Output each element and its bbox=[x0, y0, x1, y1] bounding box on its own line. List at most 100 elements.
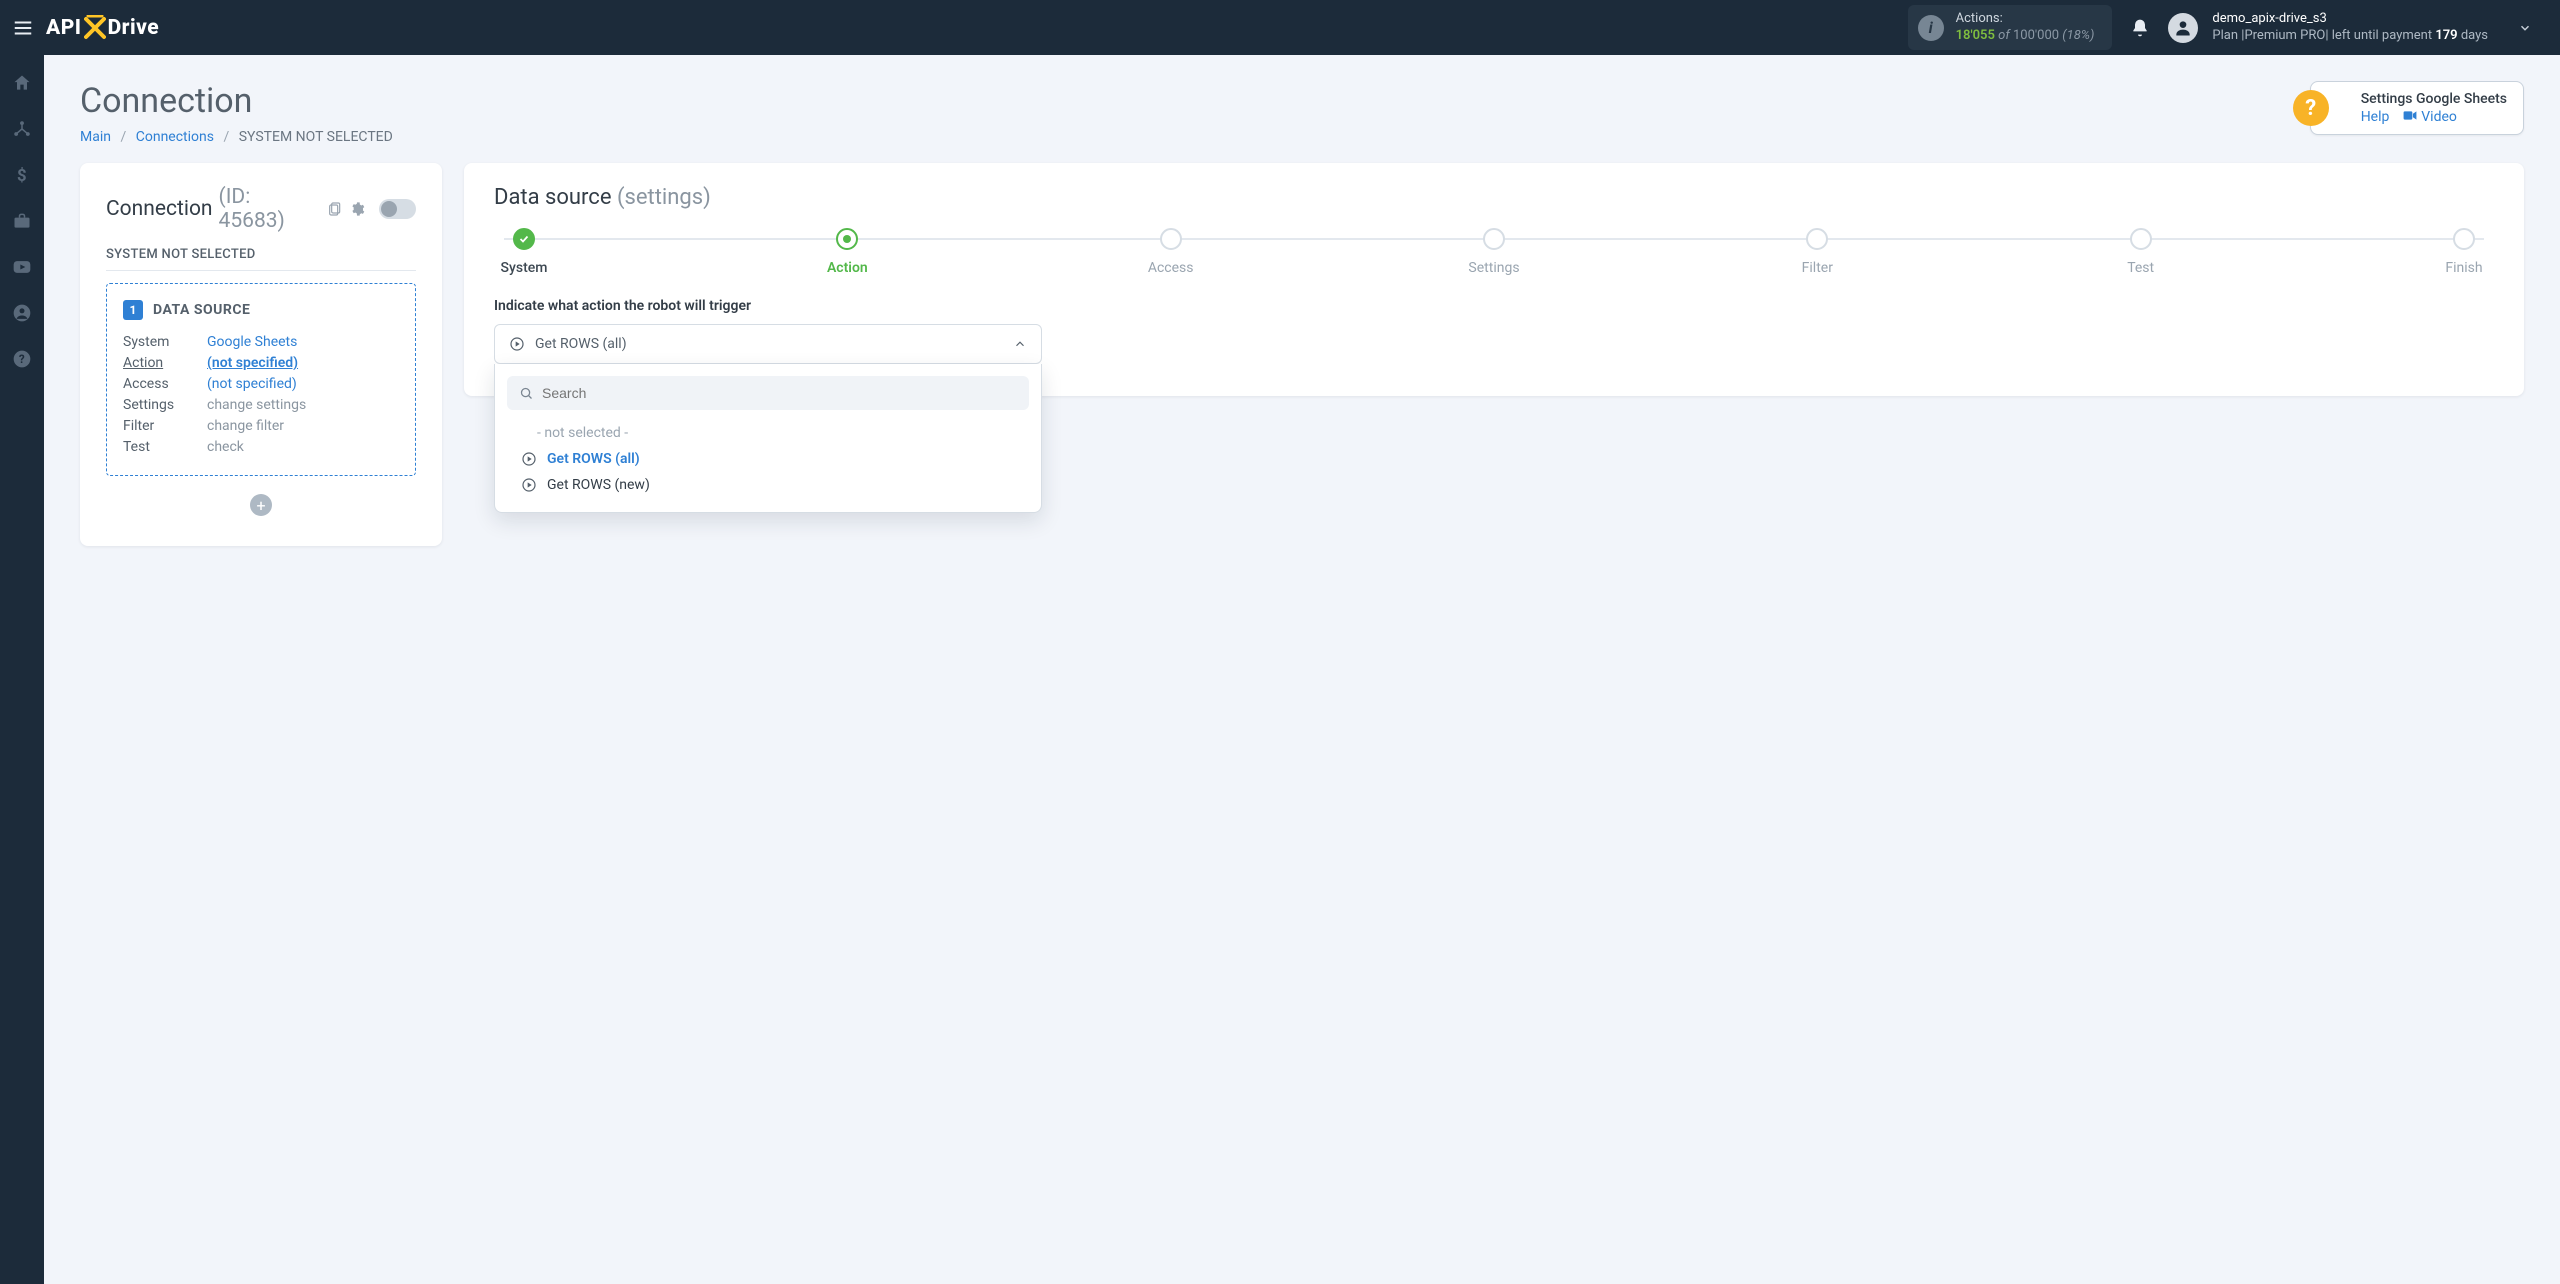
step-action[interactable]: Action bbox=[817, 228, 877, 276]
play-icon bbox=[521, 477, 537, 493]
topbar-left: API Drive bbox=[0, 15, 159, 41]
step-dot bbox=[836, 228, 858, 250]
user-plan: Plan |Premium PRO| left until payment 17… bbox=[2212, 28, 2488, 44]
step-dot bbox=[1483, 228, 1505, 250]
row-filter-v: change filter bbox=[207, 418, 399, 434]
help-link[interactable]: Help bbox=[2361, 109, 2390, 125]
hamburger-icon[interactable] bbox=[12, 17, 34, 39]
actions-label: Actions: bbox=[1956, 11, 2095, 27]
data-source-title: 1 DATA SOURCE bbox=[123, 300, 399, 320]
plan-name: Premium PRO bbox=[2244, 28, 2325, 43]
panel-data-source-settings: Data source (settings) System Action Acc… bbox=[464, 163, 2524, 396]
step-finish[interactable]: Finish bbox=[2434, 228, 2494, 276]
option-get-rows-new[interactable]: Get ROWS (new) bbox=[507, 472, 1029, 498]
user-block[interactable]: demo_apix-drive_s3 Plan |Premium PRO| le… bbox=[2168, 11, 2532, 44]
user-name: demo_apix-drive_s3 bbox=[2212, 11, 2488, 27]
rail-home-icon[interactable] bbox=[12, 73, 32, 93]
video-icon bbox=[2403, 109, 2417, 125]
help-links: Help Video bbox=[2361, 109, 2507, 125]
breadcrumb-current: SYSTEM NOT SELECTED bbox=[239, 129, 393, 145]
data-source-box[interactable]: 1 DATA SOURCE System Google Sheets Actio… bbox=[106, 283, 416, 476]
info-icon: i bbox=[1918, 15, 1944, 41]
connection-id: (ID: 45683) bbox=[219, 185, 321, 233]
help-bubble: ? Settings Google Sheets Help Video bbox=[2310, 81, 2524, 135]
step-label: Test bbox=[2127, 260, 2154, 276]
actions-total: 100'000 bbox=[2013, 28, 2059, 43]
add-step-button[interactable]: + bbox=[250, 494, 272, 516]
copy-icon[interactable] bbox=[327, 201, 343, 217]
ds-title-text: Data source bbox=[494, 185, 612, 210]
step-label: Action bbox=[827, 260, 868, 276]
search-icon bbox=[519, 386, 534, 401]
select-value: Get ROWS (all) bbox=[535, 336, 627, 352]
rail-help-icon[interactable]: ? bbox=[12, 349, 32, 369]
plan-prefix: Plan | bbox=[2212, 28, 2244, 43]
step-filter[interactable]: Filter bbox=[1787, 228, 1847, 276]
row-action-k: Action bbox=[123, 355, 207, 371]
rail-connections-icon[interactable] bbox=[12, 119, 32, 139]
data-source-grid: System Google Sheets Action (not specifi… bbox=[123, 334, 399, 455]
breadcrumb-connections[interactable]: Connections bbox=[136, 129, 214, 145]
breadcrumb-sep: / bbox=[120, 129, 126, 145]
rail-briefcase-icon[interactable] bbox=[12, 211, 32, 231]
page-title: Connection bbox=[80, 81, 393, 121]
action-select[interactable]: Get ROWS (all) bbox=[494, 324, 1042, 364]
connection-title: Connection bbox=[106, 197, 213, 221]
row-action-v[interactable]: (not specified) bbox=[207, 355, 399, 371]
help-question-icon[interactable]: ? bbox=[2293, 90, 2329, 126]
divider bbox=[106, 270, 416, 271]
action-select-wrap: Get ROWS (all) - not selected - Get ROWS bbox=[494, 324, 1042, 364]
step-system[interactable]: System bbox=[494, 228, 554, 276]
svg-text:$: $ bbox=[17, 167, 27, 185]
step-dot bbox=[2453, 228, 2475, 250]
row-test-v: check bbox=[207, 439, 399, 455]
main: Connection Main / Connections / SYSTEM N… bbox=[44, 55, 2560, 1284]
actions-box[interactable]: i Actions: 18'055 of 100'000 (18%) bbox=[1908, 5, 2113, 50]
logo-x-icon bbox=[84, 15, 106, 41]
data-source-label: DATA SOURCE bbox=[153, 302, 250, 318]
search-input[interactable] bbox=[542, 385, 1017, 401]
page-head: Connection Main / Connections / SYSTEM N… bbox=[80, 81, 2524, 145]
option-label: Get ROWS (all) bbox=[547, 451, 640, 467]
row-system-k: System bbox=[123, 334, 207, 350]
bell-icon[interactable] bbox=[2130, 18, 2150, 38]
step-label: Access bbox=[1148, 260, 1194, 276]
video-link[interactable]: Video bbox=[2421, 109, 2457, 125]
step-settings[interactable]: Settings bbox=[1464, 228, 1524, 276]
play-icon bbox=[509, 336, 525, 352]
actions-of: of bbox=[1998, 28, 2010, 43]
stepper: System Action Access Settings bbox=[494, 228, 2494, 276]
step-label: Settings bbox=[1468, 260, 1519, 276]
logo-part2: Drive bbox=[108, 16, 160, 40]
plan-days: 179 bbox=[2435, 28, 2457, 43]
search-field[interactable] bbox=[507, 376, 1029, 410]
row-access-k: Access bbox=[123, 376, 207, 392]
rail-account-icon[interactable] bbox=[12, 303, 32, 323]
row-system-v[interactable]: Google Sheets bbox=[207, 334, 399, 350]
row-access-v[interactable]: (not specified) bbox=[207, 376, 399, 392]
chevron-down-icon[interactable] bbox=[2518, 21, 2532, 35]
columns: Connection (ID: 45683) SYSTEM NOT SELECT… bbox=[80, 163, 2524, 546]
step-dot bbox=[513, 228, 535, 250]
connection-header: Connection (ID: 45683) bbox=[106, 185, 416, 233]
breadcrumb-sep: / bbox=[223, 129, 229, 145]
row-settings-v: change settings bbox=[207, 397, 399, 413]
chevron-up-icon bbox=[1013, 337, 1027, 351]
plan-mid: | left until payment bbox=[2325, 28, 2435, 43]
panel-connection: Connection (ID: 45683) SYSTEM NOT SELECT… bbox=[80, 163, 442, 546]
breadcrumb-main[interactable]: Main bbox=[80, 129, 111, 145]
option-not-selected[interactable]: - not selected - bbox=[507, 420, 1029, 446]
logo[interactable]: API Drive bbox=[46, 15, 159, 41]
option-label: Get ROWS (new) bbox=[547, 477, 650, 493]
ds-settings-title: Data source (settings) bbox=[494, 185, 2494, 210]
rail-billing-icon[interactable]: $ bbox=[12, 165, 32, 185]
step-access[interactable]: Access bbox=[1141, 228, 1201, 276]
step-label: Filter bbox=[1802, 260, 1833, 276]
step-test[interactable]: Test bbox=[2111, 228, 2171, 276]
gear-icon[interactable] bbox=[349, 201, 365, 217]
breadcrumb: Main / Connections / SYSTEM NOT SELECTED bbox=[80, 129, 393, 145]
connection-toggle[interactable] bbox=[379, 199, 417, 219]
help-title: Settings Google Sheets bbox=[2361, 91, 2507, 107]
option-get-rows-all[interactable]: Get ROWS (all) bbox=[507, 446, 1029, 472]
rail-video-icon[interactable] bbox=[12, 257, 32, 277]
